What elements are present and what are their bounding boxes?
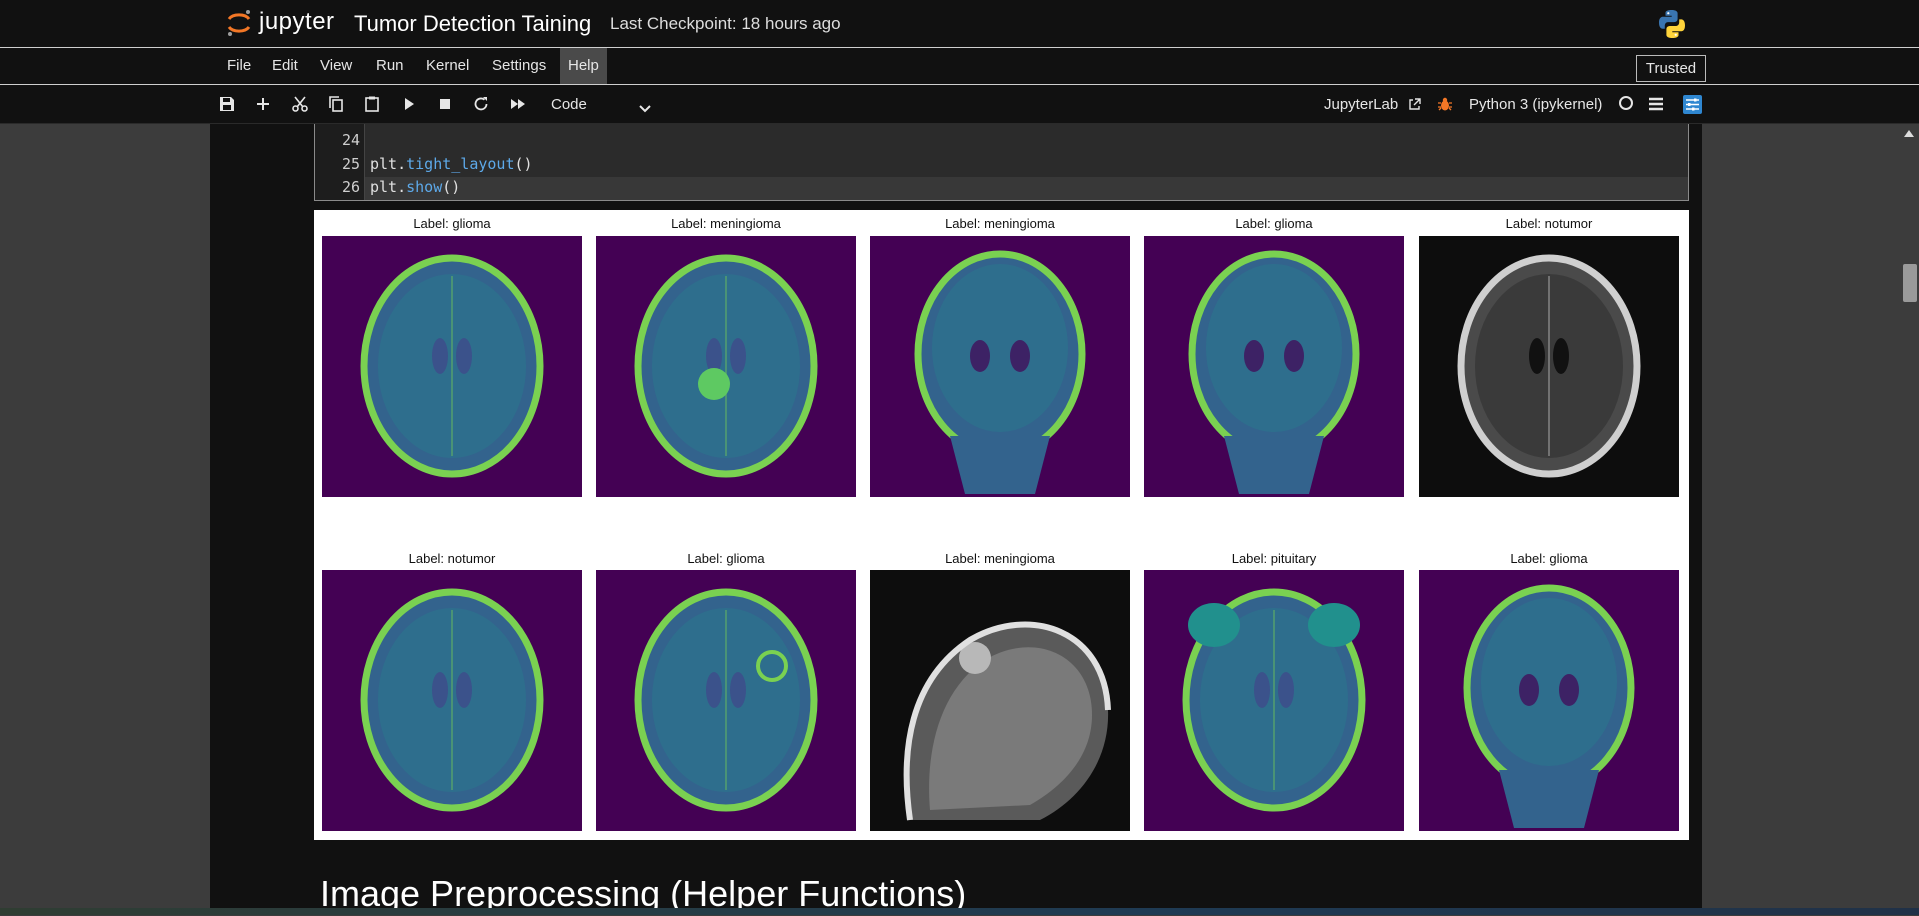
line-number-gutter: 24 25 26 <box>315 124 365 200</box>
panel-label: Label: glioma <box>413 216 491 231</box>
menu-file[interactable]: File <box>219 48 259 84</box>
save-icon[interactable] <box>217 94 237 114</box>
menu-edit[interactable]: Edit <box>264 48 306 84</box>
chevron-down-icon[interactable] <box>638 101 652 115</box>
kernel-status-icon <box>1619 96 1633 110</box>
mri-scan-image <box>1419 570 1679 831</box>
mri-scan-image <box>322 236 582 497</box>
top-header: jupyter Tumor Detection Taining Last Che… <box>0 0 1919 48</box>
jupyter-logo-icon[interactable] <box>224 8 254 38</box>
scrollbar[interactable] <box>1902 124 1919 915</box>
code-function-token: show <box>406 178 443 196</box>
notebook-title[interactable]: Tumor Detection Taining <box>354 10 591 38</box>
restart-icon[interactable] <box>471 94 491 114</box>
code-line[interactable]: plt.tight_layout() <box>370 153 533 176</box>
python-logo-icon <box>1659 10 1685 38</box>
code-function-token: tight_layout <box>406 155 515 173</box>
panel-label: Label: meningioma <box>945 216 1055 231</box>
panel-label: Label: glioma <box>1235 216 1313 231</box>
active-line-highlight <box>365 177 1688 200</box>
cut-icon[interactable] <box>290 94 310 114</box>
menu-bar: File Edit View Run Kernel Settings Help <box>0 48 1919 85</box>
panel-label: Label: glioma <box>687 551 765 566</box>
last-checkpoint: Last Checkpoint: 18 hours ago <box>610 14 841 33</box>
code-token: plt. <box>370 155 407 173</box>
mri-scan-image <box>1419 236 1679 497</box>
cell-type-select[interactable]: Code <box>551 95 587 115</box>
jupyter-brand: jupyter <box>259 8 335 35</box>
fast-forward-icon[interactable] <box>508 94 528 114</box>
panel-label: Label: meningioma <box>671 216 781 231</box>
code-token: () <box>514 155 533 173</box>
mri-scan-image <box>1144 236 1404 497</box>
code-line[interactable]: plt.show() <box>370 176 460 199</box>
menu-lines-icon[interactable] <box>1648 96 1664 112</box>
mri-scan-image <box>1144 570 1404 831</box>
code-token: plt. <box>370 178 407 196</box>
mri-scan-image <box>596 570 856 831</box>
external-link-icon[interactable] <box>1408 98 1421 111</box>
taskbar-strip <box>0 908 1919 915</box>
scrollbar-thumb[interactable] <box>1903 264 1917 302</box>
mri-scan-image <box>596 236 856 497</box>
debugger-bug-icon[interactable] <box>1437 96 1453 112</box>
cell-output-figure: Label: glioma Label: meningioma Label: men… <box>314 210 1689 840</box>
code-cell[interactable]: 24 25 26 plt.tight_layout() plt.show() <box>314 124 1689 201</box>
panel-label: Label: notumor <box>1505 216 1593 231</box>
panel-label: Label: notumor <box>408 551 496 566</box>
menu-view[interactable]: View <box>312 48 360 84</box>
line-number: 25 <box>341 155 360 173</box>
line-number: 26 <box>341 178 360 196</box>
jupyterlab-link[interactable]: JupyterLab <box>1324 95 1398 115</box>
stop-icon[interactable] <box>435 94 455 114</box>
scroll-up-arrow-icon[interactable] <box>1904 130 1914 137</box>
trusted-badge[interactable]: Trusted <box>1636 55 1706 82</box>
copy-icon[interactable] <box>326 94 346 114</box>
mri-scan-image <box>870 570 1130 831</box>
mri-scan-image <box>322 570 582 831</box>
panel-label: Label: pituitary <box>1231 551 1317 566</box>
code-token: () <box>442 178 461 196</box>
paste-icon[interactable] <box>362 94 382 114</box>
sliders-icon <box>1686 98 1699 111</box>
panel-label: Label: meningioma <box>945 551 1055 566</box>
panel-label: Label: glioma <box>1510 551 1588 566</box>
menu-run[interactable]: Run <box>368 48 412 84</box>
menu-kernel[interactable]: Kernel <box>418 48 477 84</box>
run-icon[interactable] <box>399 94 419 114</box>
menu-settings[interactable]: Settings <box>484 48 554 84</box>
mri-scan-image <box>870 236 1130 497</box>
property-inspector-button[interactable] <box>1683 95 1702 114</box>
line-number: 24 <box>341 131 360 149</box>
menu-help[interactable]: Help <box>560 48 607 84</box>
kernel-name[interactable]: Python 3 (ipykernel) <box>1469 95 1602 115</box>
add-cell-icon[interactable] <box>253 94 273 114</box>
